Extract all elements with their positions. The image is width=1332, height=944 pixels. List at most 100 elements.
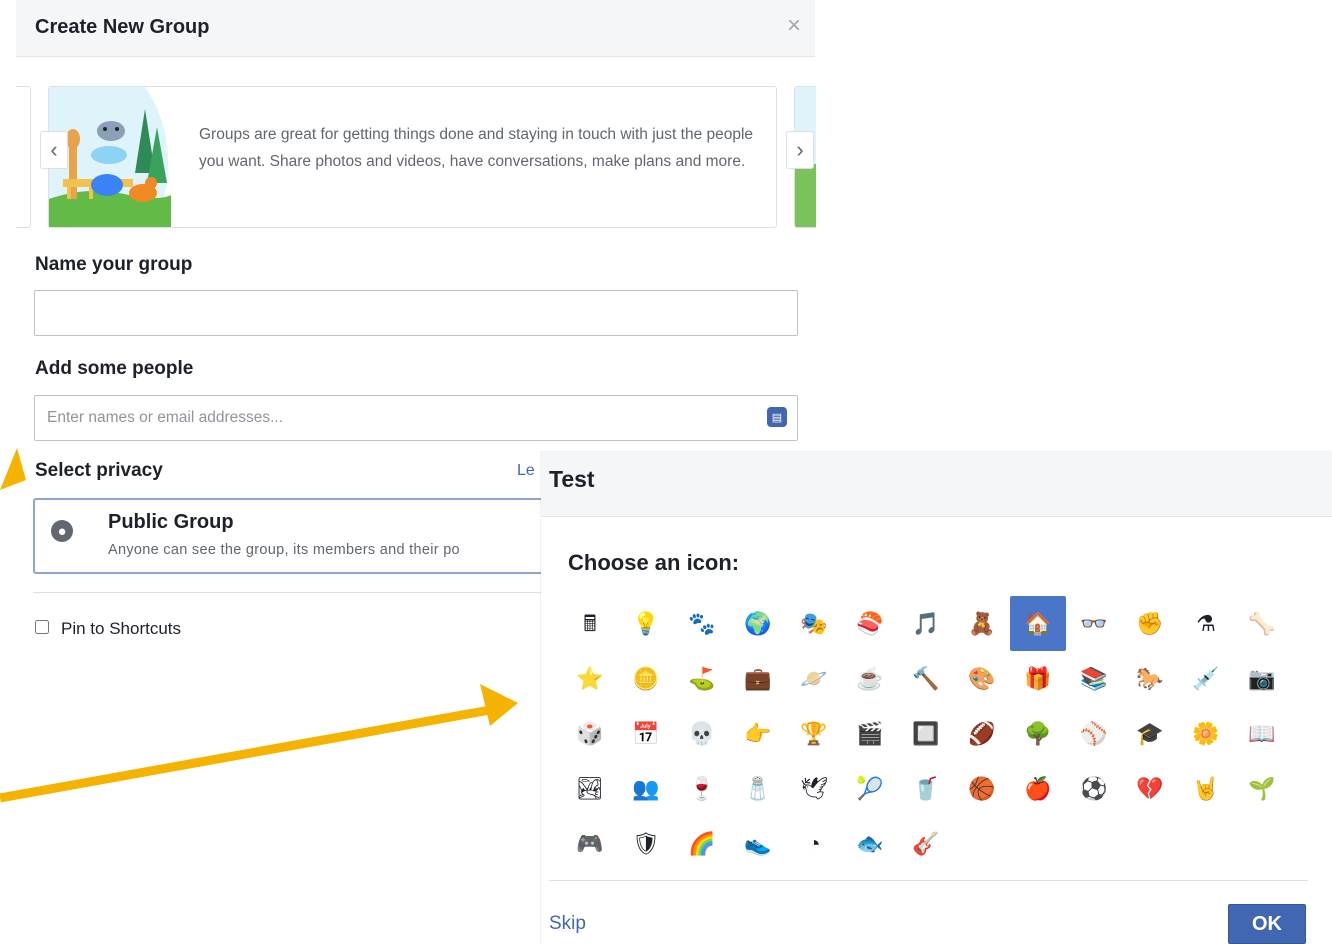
icon-glyph: 📷 bbox=[1248, 665, 1276, 691]
golf-icon[interactable]: ⛳ bbox=[674, 651, 730, 706]
calculator-icon[interactable]: 🖩 bbox=[562, 596, 618, 651]
star-badge-icon[interactable]: ⭐ bbox=[562, 651, 618, 706]
carousel-next-button[interactable]: › bbox=[786, 131, 814, 169]
icon-grid: 🖩 💡 🐾 🌍 🎭 🍣 🎵 🧸 🏠 👓 ✊ ⚗ 🦴 ⭐ 🪙 ⛳ 💼 🪐 ☕ 🔨 🎨 🎁 📚 🐎 💉 📷 🎲 📅 💀 👉 🏆 🎬 🔲 🏈 🌳 ⚾ 🎓 🌼 📖 🏞… bbox=[562, 596, 1292, 871]
carousel-prev-button[interactable]: ‹ bbox=[40, 131, 68, 169]
select-privacy-label: Select privacy bbox=[35, 460, 163, 481]
pin-to-shortcuts-label: Pin to Shortcuts bbox=[61, 619, 182, 638]
bookshelf-icon[interactable]: 📚 bbox=[1066, 651, 1122, 706]
pointing-hand-icon[interactable]: 👉 bbox=[730, 706, 786, 761]
icon-glyph: 🏆 bbox=[800, 720, 828, 746]
gavel-icon[interactable]: 🔨 bbox=[898, 651, 954, 706]
icon-glyph: 👟 bbox=[744, 830, 772, 856]
icon-glyph: 🪙 bbox=[632, 665, 660, 691]
house-icon[interactable]: 🏠 bbox=[1010, 596, 1066, 651]
icon-glyph: ✊ bbox=[1136, 610, 1164, 636]
shield-icon[interactable]: 🛡 bbox=[618, 816, 674, 871]
clapperboard-icon[interactable]: 🎬 bbox=[842, 706, 898, 761]
icon-glyph: 💼 bbox=[744, 665, 772, 691]
icon-glyph: 🎾 bbox=[856, 775, 884, 801]
earth-icon[interactable]: 🌍 bbox=[730, 596, 786, 651]
group-name-input[interactable] bbox=[34, 290, 798, 336]
wine-glass-icon[interactable]: 🍷 bbox=[674, 761, 730, 816]
bone-icon[interactable]: 🦴 bbox=[1234, 596, 1290, 651]
syringe-icon[interactable]: 💉 bbox=[1178, 651, 1234, 706]
pin-to-shortcuts-checkbox[interactable] bbox=[35, 620, 49, 634]
icon-glyph: 🔨 bbox=[912, 665, 940, 691]
calendar-icon[interactable]: 📅 bbox=[618, 706, 674, 761]
privacy-option-description: Anyone can see the group, its members an… bbox=[108, 542, 460, 558]
glasses-icon[interactable]: 👓 bbox=[1066, 596, 1122, 651]
sneaker-icon[interactable]: 👟 bbox=[730, 816, 786, 871]
icon-glyph: 🏀 bbox=[968, 775, 996, 801]
close-icon[interactable]: × bbox=[787, 14, 801, 38]
icon-glyph: 💡 bbox=[632, 610, 660, 636]
dialog-title: Create New Group bbox=[35, 16, 210, 38]
add-people-label: Add some people bbox=[35, 358, 194, 379]
flower-icon[interactable]: 🌼 bbox=[1178, 706, 1234, 761]
ok-button[interactable]: OK bbox=[1228, 904, 1306, 944]
palette-icon[interactable]: 🎨 bbox=[954, 651, 1010, 706]
red-cup-icon[interactable]: 🥤 bbox=[898, 761, 954, 816]
contacts-icon[interactable]: ▤ bbox=[767, 407, 787, 427]
fist-icon[interactable]: ✊ bbox=[1122, 596, 1178, 651]
privacy-option-title: Public Group bbox=[108, 511, 234, 533]
teddy-bear-icon[interactable]: 🧸 bbox=[954, 596, 1010, 651]
sprout-icon[interactable]: 🌱 bbox=[1234, 761, 1290, 816]
chip-icon[interactable]: 🔲 bbox=[898, 706, 954, 761]
landscape-icon[interactable]: 🏞 bbox=[562, 761, 618, 816]
people-icon[interactable]: 👥 bbox=[618, 761, 674, 816]
salt-shaker-icon[interactable]: 🧂 bbox=[730, 761, 786, 816]
icon-glyph: ⭐ bbox=[576, 665, 604, 691]
briefcase-icon[interactable]: 💼 bbox=[730, 651, 786, 706]
gift-icon[interactable]: 🎁 bbox=[1010, 651, 1066, 706]
camera-icon[interactable]: 📷 bbox=[1234, 651, 1290, 706]
coffee-cup-icon[interactable]: ☕ bbox=[842, 651, 898, 706]
icon-glyph: 🌍 bbox=[744, 610, 772, 636]
icon-glyph: 📅 bbox=[632, 720, 660, 746]
planet-icon[interactable]: 🪐 bbox=[786, 651, 842, 706]
group-name-label: Name your group bbox=[35, 254, 193, 275]
pie-chart-icon[interactable]: ◔ bbox=[786, 816, 842, 871]
dove-icon[interactable]: 🕊 bbox=[786, 761, 842, 816]
icon-glyph: 🎸 bbox=[912, 830, 940, 856]
sushi-icon[interactable]: 🍣 bbox=[842, 596, 898, 651]
icon-glyph: ⚾ bbox=[1080, 720, 1108, 746]
open-book-icon[interactable]: 📖 bbox=[1234, 706, 1290, 761]
flask-icon[interactable]: ⚗ bbox=[1178, 596, 1234, 651]
theater-masks-icon[interactable]: 🎭 bbox=[786, 596, 842, 651]
lightbulb-icon[interactable]: 💡 bbox=[618, 596, 674, 651]
icon-glyph: 🦴 bbox=[1248, 610, 1276, 636]
football-icon[interactable]: 🏈 bbox=[954, 706, 1010, 761]
icon-glyph: 💉 bbox=[1192, 665, 1220, 691]
horse-icon[interactable]: 🐎 bbox=[1122, 651, 1178, 706]
tree-icon[interactable]: 🌳 bbox=[1010, 706, 1066, 761]
rainbow-icon[interactable]: 🌈 bbox=[674, 816, 730, 871]
add-people-input[interactable] bbox=[34, 395, 798, 441]
music-note-icon[interactable]: 🎵 bbox=[898, 596, 954, 651]
apple-icon[interactable]: 🍎 bbox=[1010, 761, 1066, 816]
basketball-icon[interactable]: 🏀 bbox=[954, 761, 1010, 816]
divider bbox=[549, 880, 1308, 881]
game-controller-icon[interactable]: 🎮 bbox=[562, 816, 618, 871]
paw-icon[interactable]: 🐾 bbox=[674, 596, 730, 651]
soccer-ball-icon[interactable]: ⚽ bbox=[1066, 761, 1122, 816]
coin-icon[interactable]: 🪙 bbox=[618, 651, 674, 706]
dice-icon[interactable]: 🎲 bbox=[562, 706, 618, 761]
baseball-icon[interactable]: ⚾ bbox=[1066, 706, 1122, 761]
intro-carousel: Groups are great for getting things done… bbox=[16, 86, 816, 232]
icon-glyph: 💀 bbox=[688, 720, 716, 746]
rock-hand-icon[interactable]: 🤘 bbox=[1178, 761, 1234, 816]
skull-icon[interactable]: 💀 bbox=[674, 706, 730, 761]
tennis-racket-icon[interactable]: 🎾 bbox=[842, 761, 898, 816]
icon-glyph: 🕊 bbox=[800, 775, 828, 801]
fish-icon[interactable]: 🐟 bbox=[842, 816, 898, 871]
icon-glyph: 🎨 bbox=[968, 665, 996, 691]
learn-more-link[interactable]: Le bbox=[517, 462, 535, 480]
guitar-icon[interactable]: 🎸 bbox=[898, 816, 954, 871]
graduation-cap-icon[interactable]: 🎓 bbox=[1122, 706, 1178, 761]
skip-link[interactable]: Skip bbox=[549, 913, 586, 935]
broken-heart-icon[interactable]: 💔 bbox=[1122, 761, 1178, 816]
trophy-icon[interactable]: 🏆 bbox=[786, 706, 842, 761]
icon-glyph: 📚 bbox=[1080, 665, 1108, 691]
